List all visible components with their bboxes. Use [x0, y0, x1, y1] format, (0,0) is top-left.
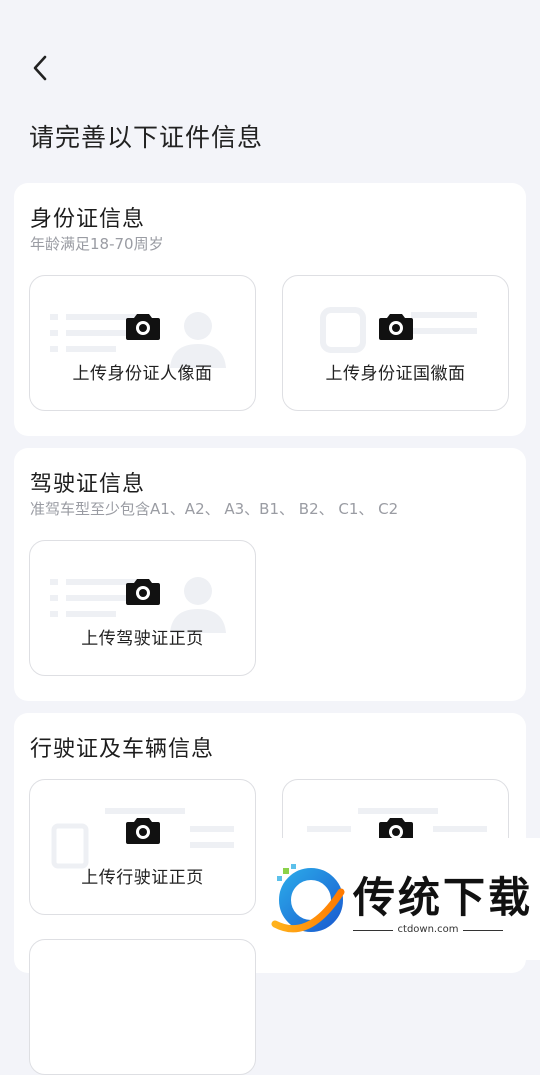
upload-id-front-label: 上传身份证人像面 [72, 364, 213, 384]
upload-vehicle-license-label: 上传行驶证正页 [81, 868, 204, 888]
camera-icon [126, 579, 160, 605]
page-title: 请完善以下证件信息 [29, 123, 264, 152]
upload-driver-license-button[interactable]: 上传驾驶证正页 [29, 540, 256, 676]
upload-id-back-button[interactable]: 上传身份证国徽面 [282, 275, 509, 411]
watermark-brand: 传统下载 [353, 873, 534, 922]
id-card-section: 身份证信息 年龄满足18-70周岁 上传身份证人像面 上传身份证国徽面 [14, 183, 526, 436]
back-button[interactable] [24, 48, 56, 88]
id-card-subtitle: 年龄满足18-70周岁 [30, 235, 164, 253]
vehicle-license-title: 行驶证及车辆信息 [30, 737, 215, 762]
upload-driver-license-label: 上传驾驶证正页 [81, 629, 204, 649]
camera-icon [126, 818, 160, 844]
vehicle-license-placeholder-icon [51, 808, 234, 869]
id-front-placeholder-icon [50, 312, 226, 368]
id-back-placeholder-icon [320, 307, 477, 353]
watermark-logo: 传统下载 ctdown.com [265, 838, 540, 960]
driver-license-placeholder-icon [50, 577, 226, 633]
driver-license-title: 驾驶证信息 [30, 472, 146, 497]
upload-vehicle-photo-button[interactable] [29, 939, 256, 1075]
camera-icon [379, 314, 413, 340]
brand-logo-icon [271, 864, 345, 933]
upload-id-front-button[interactable]: 上传身份证人像面 [29, 275, 256, 411]
divider [463, 930, 503, 931]
driver-license-subtitle: 准驾车型至少包含A1、A2、 A3、B1、 B2、 C1、 C2 [30, 500, 399, 518]
camera-icon [126, 314, 160, 340]
driver-license-section: 驾驶证信息 准驾车型至少包含A1、A2、 A3、B1、 B2、 C1、 C2 上… [14, 448, 526, 701]
id-card-title: 身份证信息 [30, 207, 146, 232]
upload-id-back-label: 上传身份证国徽面 [325, 364, 466, 384]
upload-vehicle-license-button[interactable]: 上传行驶证正页 [29, 779, 256, 915]
chevron-left-icon [33, 55, 47, 81]
